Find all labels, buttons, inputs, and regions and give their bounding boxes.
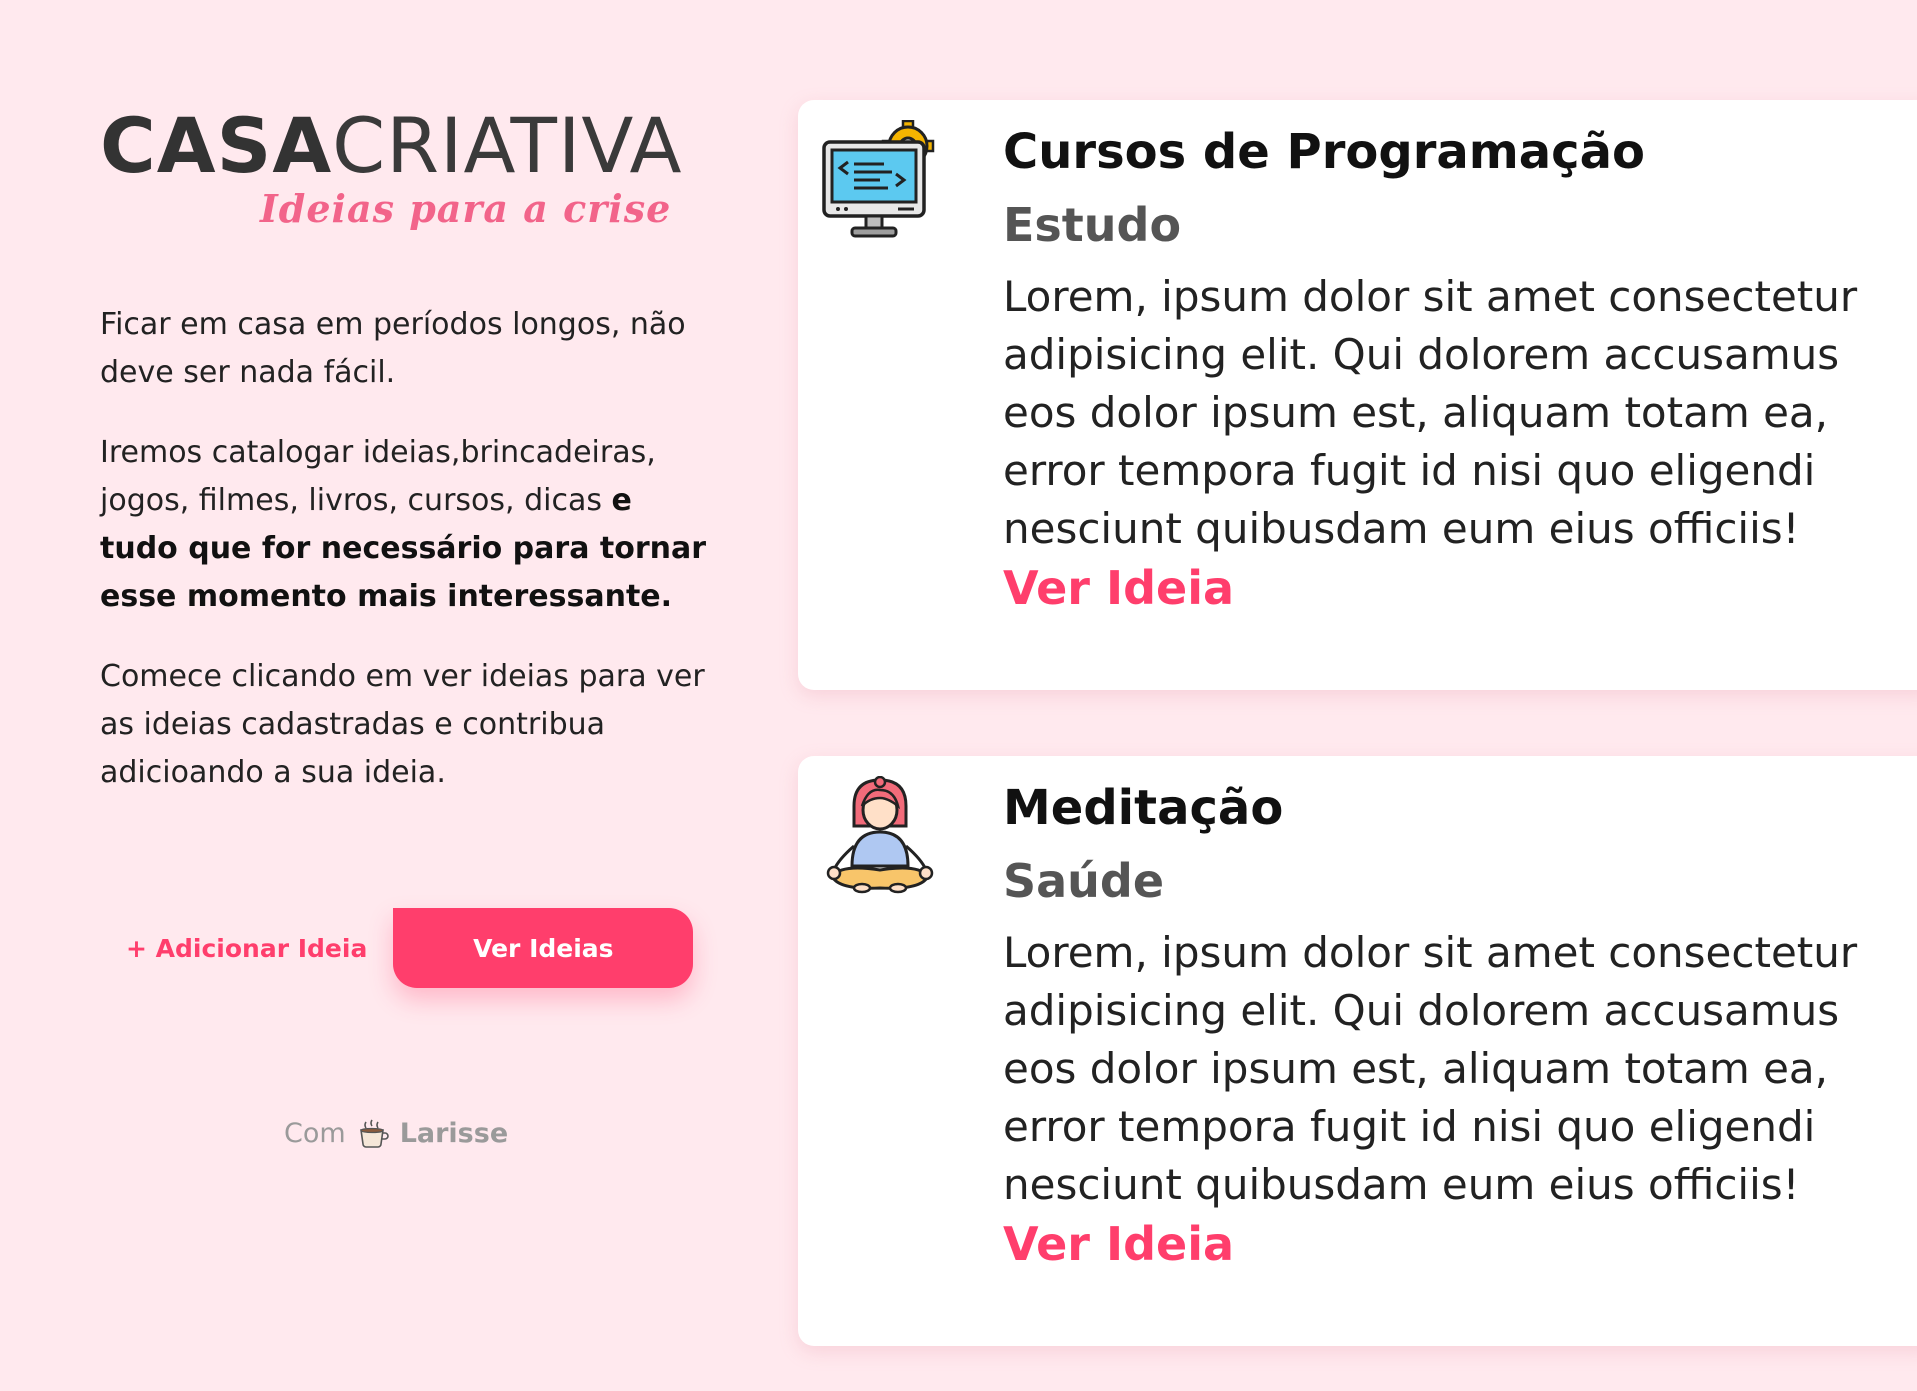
see-idea-link[interactable]: Ver Ideia <box>1003 558 1234 618</box>
action-bar: + Adicionar Ideia Ver Ideias <box>100 908 694 988</box>
logo-casa: CASA <box>100 101 333 190</box>
intro-paragraph-3: Comece clicando em ver ideias para ver a… <box>100 659 705 790</box>
idea-card: Cursos de Programação Estudo Lorem, ipsu… <box>798 100 1917 690</box>
coffee-cup-icon <box>356 1116 390 1150</box>
logo-criativa: CRIATIVA <box>332 101 683 190</box>
idea-description: Lorem, ipsum dolor sit amet consectetur … <box>1003 928 1858 1209</box>
add-idea-button[interactable]: + Adicionar Ideia <box>100 934 393 963</box>
intro-paragraph-2-regular: Iremos catalogar ideias,brincadeiras, jo… <box>100 435 656 518</box>
meditation-icon <box>818 775 943 901</box>
intro-section: CASACRIATIVA Ideias para a crise Ficar e… <box>100 108 706 829</box>
logo-wordmark: CASACRIATIVA <box>100 108 700 184</box>
see-ideas-button[interactable]: Ver Ideias <box>393 908 694 988</box>
idea-card-content: Meditação Saúde Lorem, ipsum dolor sit a… <box>1003 776 1903 1274</box>
intro-paragraph-2: Iremos catalogar ideias,brincadeiras, jo… <box>100 429 710 621</box>
idea-card: Meditação Saúde Lorem, ipsum dolor sit a… <box>798 756 1917 1346</box>
intro-text: Ficar em casa em períodos longos, não de… <box>100 301 710 797</box>
idea-card-content: Cursos de Programação Estudo Lorem, ipsu… <box>1003 120 1903 618</box>
credit-author: Larisse <box>399 1117 509 1149</box>
intro-paragraph-1: Ficar em casa em períodos longos, não de… <box>100 307 686 390</box>
idea-category: Estudo <box>1003 198 1182 252</box>
idea-description: Lorem, ipsum dolor sit amet consectetur … <box>1003 272 1858 553</box>
computer-code-icon <box>818 119 943 245</box>
credit-prefix: Com <box>284 1117 346 1149</box>
idea-category: Saúde <box>1003 854 1165 908</box>
idea-title: Meditação <box>1003 780 1284 836</box>
see-idea-link[interactable]: Ver Ideia <box>1003 1214 1234 1274</box>
idea-title: Cursos de Programação <box>1003 124 1645 180</box>
logo-tagline: Ideias para a crise <box>260 186 672 231</box>
logo: CASACRIATIVA Ideias para a crise <box>100 108 700 232</box>
credit: Com Larisse <box>284 1116 508 1150</box>
